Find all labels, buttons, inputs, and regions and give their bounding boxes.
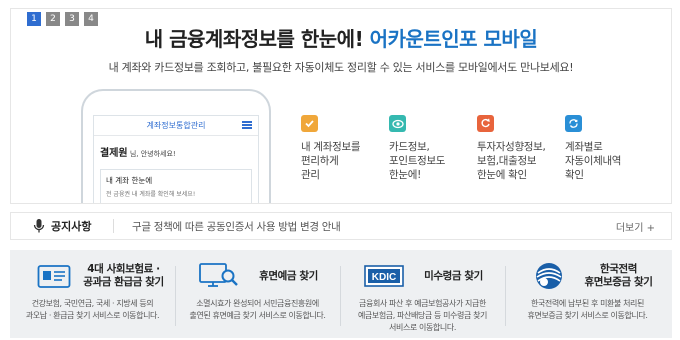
notice-bar: 공지사항 구글 정책에 따른 공동인증서 사용 방법 변경 안내 더보기 + (10, 212, 672, 240)
feature-line: 한눈에 확인 (477, 169, 527, 181)
service-title-line: 공과금 환급금 찾기 (83, 276, 164, 288)
feature-line: 내 계좌정보를 (301, 141, 361, 153)
service-description: 소멸시효가 완성되어 서민금융진흥원에 출연된 휴면예금 찾기 서비스로 이동합… (181, 298, 334, 322)
service-title-line: 미수령금 찾기 (424, 269, 483, 282)
feature-line: 투자자성향정보, (477, 141, 546, 153)
service-desc-line: 서비스로 이동합니다. (389, 323, 456, 332)
phone-account-card: 내 계좌 한눈에 전 금융권 내 계좌를 확인해 보세요! (100, 169, 252, 203)
feature-line: 편리하게 (301, 155, 339, 167)
service-title: 한국전력 휴면보증금 찾기 (573, 263, 664, 289)
feature-line: 카드정보, (389, 141, 430, 153)
notice-link[interactable]: 구글 정책에 따른 공동인증서 사용 방법 변경 안내 (132, 219, 616, 234)
feature-item: 내 계좌정보를 편리하게 관리 (301, 115, 389, 182)
banner-title-main: 내 금융계좌정보를 한눈에! (144, 27, 370, 51)
feature-item: 카드정보, 포인트정보도 한눈에! (389, 115, 477, 182)
notice-label: 공지사항 (51, 220, 92, 233)
phone-screen: 계좌정보통합관리 결제원 님, 안녕하세요! 내 계좌 한눈에 전 금융권 내 … (93, 115, 259, 203)
service-head: 4대 사회보험료 · 공과금 환급금 찾기 (16, 260, 169, 292)
service-desc-line: 소멸시효가 완성되어 서민금융진흥원에 (196, 299, 319, 308)
service-desc-line: 과오납 · 환급금 찾기 서비스로 이동합니다. (25, 311, 160, 320)
service-title: 4대 사회보험료 · 공과금 환급금 찾기 (78, 263, 169, 289)
refresh-icon (477, 115, 494, 132)
service-title-line: 4대 사회보험료 · (87, 263, 160, 275)
feature-text: 내 계좌정보를 편리하게 관리 (301, 140, 389, 182)
service-kepco-deposit[interactable]: 한국전력 휴면보증금 찾기 한국전력에 납부된 후 미환불 처리된 휴면보증금 … (505, 260, 670, 338)
feature-list: 내 계좌정보를 편리하게 관리 카드정보, 포인트정보도 한눈에! 투자자성향정… (301, 115, 653, 182)
phone-app-title: 계좌정보통합관리 (146, 121, 206, 130)
feature-line: 계좌별로 (565, 141, 603, 153)
service-title-line: 휴면예금 찾기 (259, 269, 318, 282)
service-desc-line: 예금보험금, 파산배당금 등 미수령금 찾기 (357, 311, 488, 320)
service-social-insurance-refund[interactable]: 4대 사회보험료 · 공과금 환급금 찾기 건강보험, 국민연금, 국세 · 지… (10, 260, 175, 338)
phone-card-text: 전 금융권 내 계좌를 확인해 보세요! (106, 191, 196, 198)
feature-line: 관리 (301, 169, 320, 181)
service-description: 금융회사 파산 후 예금보험공사가 지급한 예금보험금, 파산배당금 등 미수령… (346, 298, 499, 334)
feature-line: 포인트정보도 (389, 155, 446, 167)
feature-item: 계좌별로 자동이체내역 확인 (565, 115, 653, 182)
notice-divider (113, 219, 114, 233)
notice-more-link[interactable]: 더보기 + (616, 219, 655, 234)
promo-banner[interactable]: 1 2 3 4 내 금융계좌정보를 한눈에! 어카운트인포 모바일 내 계좌와 … (10, 8, 672, 204)
feature-line: 한눈에! (389, 169, 421, 181)
feature-text: 계좌별로 자동이체내역 확인 (565, 140, 653, 182)
id-card-icon (30, 261, 78, 291)
service-desc-line: 금융회사 파산 후 예금보험공사가 지급한 (359, 299, 486, 308)
feature-line: 보험,대출정보 (477, 155, 537, 167)
service-title-line: 한국전력 (599, 263, 638, 275)
banner-subtitle: 내 계좌와 카드정보를 조회하고, 불필요한 자동이체도 정리할 수 있는 서비… (108, 61, 574, 74)
eye-icon (389, 115, 406, 132)
phone-mockup: 계좌정보통합관리 결제원 님, 안녕하세요! 내 계좌 한눈에 전 금융권 내 … (81, 89, 271, 203)
sync-icon (565, 115, 582, 132)
phone-card-title: 내 계좌 한눈에 (106, 176, 153, 185)
service-desc-line: 출연된 휴면예금 찾기 서비스로 이동합니다. (189, 311, 326, 320)
service-head: KDIC 미수령금 찾기 (346, 260, 499, 292)
banner-title-brand: 어카운트인포 모바일 (369, 27, 538, 51)
feature-text: 카드정보, 포인트정보도 한눈에! (389, 140, 477, 182)
service-description: 건강보험, 국민연금, 국세 · 지방세 등의 과오납 · 환급금 찾기 서비스… (16, 298, 169, 322)
service-title-line: 휴면보증금 찾기 (584, 276, 653, 288)
kdic-logo-text: KDIC (372, 272, 396, 283)
feature-line: 자동이체내역 (565, 155, 622, 167)
greeting-suffix: 님, 안녕하세요! (127, 150, 176, 158)
check-icon (301, 115, 318, 132)
service-desc-line: 한국전력에 납부된 후 미환불 처리된 (531, 299, 644, 308)
feature-item: 투자자성향정보, 보험,대출정보 한눈에 확인 (477, 115, 565, 182)
service-title: 미수령금 찾기 (408, 270, 499, 283)
hamburger-menu-icon (242, 121, 252, 129)
service-description: 한국전력에 납부된 후 미환불 처리된 휴면보증금 찾기 서비스로 이동합니다. (511, 298, 664, 322)
page: 1 2 3 4 내 금융계좌정보를 한눈에! 어카운트인포 모바일 내 계좌와 … (0, 0, 680, 340)
service-head: 한국전력 휴면보증금 찾기 (511, 260, 664, 292)
service-title: 휴면예금 찾기 (243, 270, 334, 283)
monitor-search-icon (195, 261, 243, 291)
feature-text: 투자자성향정보, 보험,대출정보 한눈에 확인 (477, 140, 565, 182)
kdic-logo-icon: KDIC (360, 261, 408, 291)
service-head: 휴면예금 찾기 (181, 260, 334, 292)
kepco-logo-icon (525, 261, 573, 291)
services-panel: 4대 사회보험료 · 공과금 환급금 찾기 건강보험, 국민연금, 국세 · 지… (10, 250, 672, 338)
feature-line: 확인 (565, 169, 584, 181)
greeting-name: 결제원 (100, 148, 128, 159)
service-dormant-deposit[interactable]: 휴면예금 찾기 소멸시효가 완성되어 서민금융진흥원에 출연된 휴면예금 찾기 … (175, 260, 340, 338)
banner-title: 내 금융계좌정보를 한눈에! 어카운트인포 모바일 (11, 23, 671, 52)
service-unclaimed-funds[interactable]: KDIC 미수령금 찾기 금융회사 파산 후 예금보험공사가 지급한 예금보험금… (340, 260, 505, 338)
phone-app-header: 계좌정보통합관리 (94, 116, 258, 136)
service-desc-line: 휴면보증금 찾기 서비스로 이동합니다. (527, 311, 648, 320)
service-desc-line: 건강보험, 국민연금, 국세 · 지방세 등의 (31, 299, 154, 308)
phone-greeting: 결제원 님, 안녕하세요! (94, 136, 258, 159)
microphone-icon (33, 218, 45, 234)
